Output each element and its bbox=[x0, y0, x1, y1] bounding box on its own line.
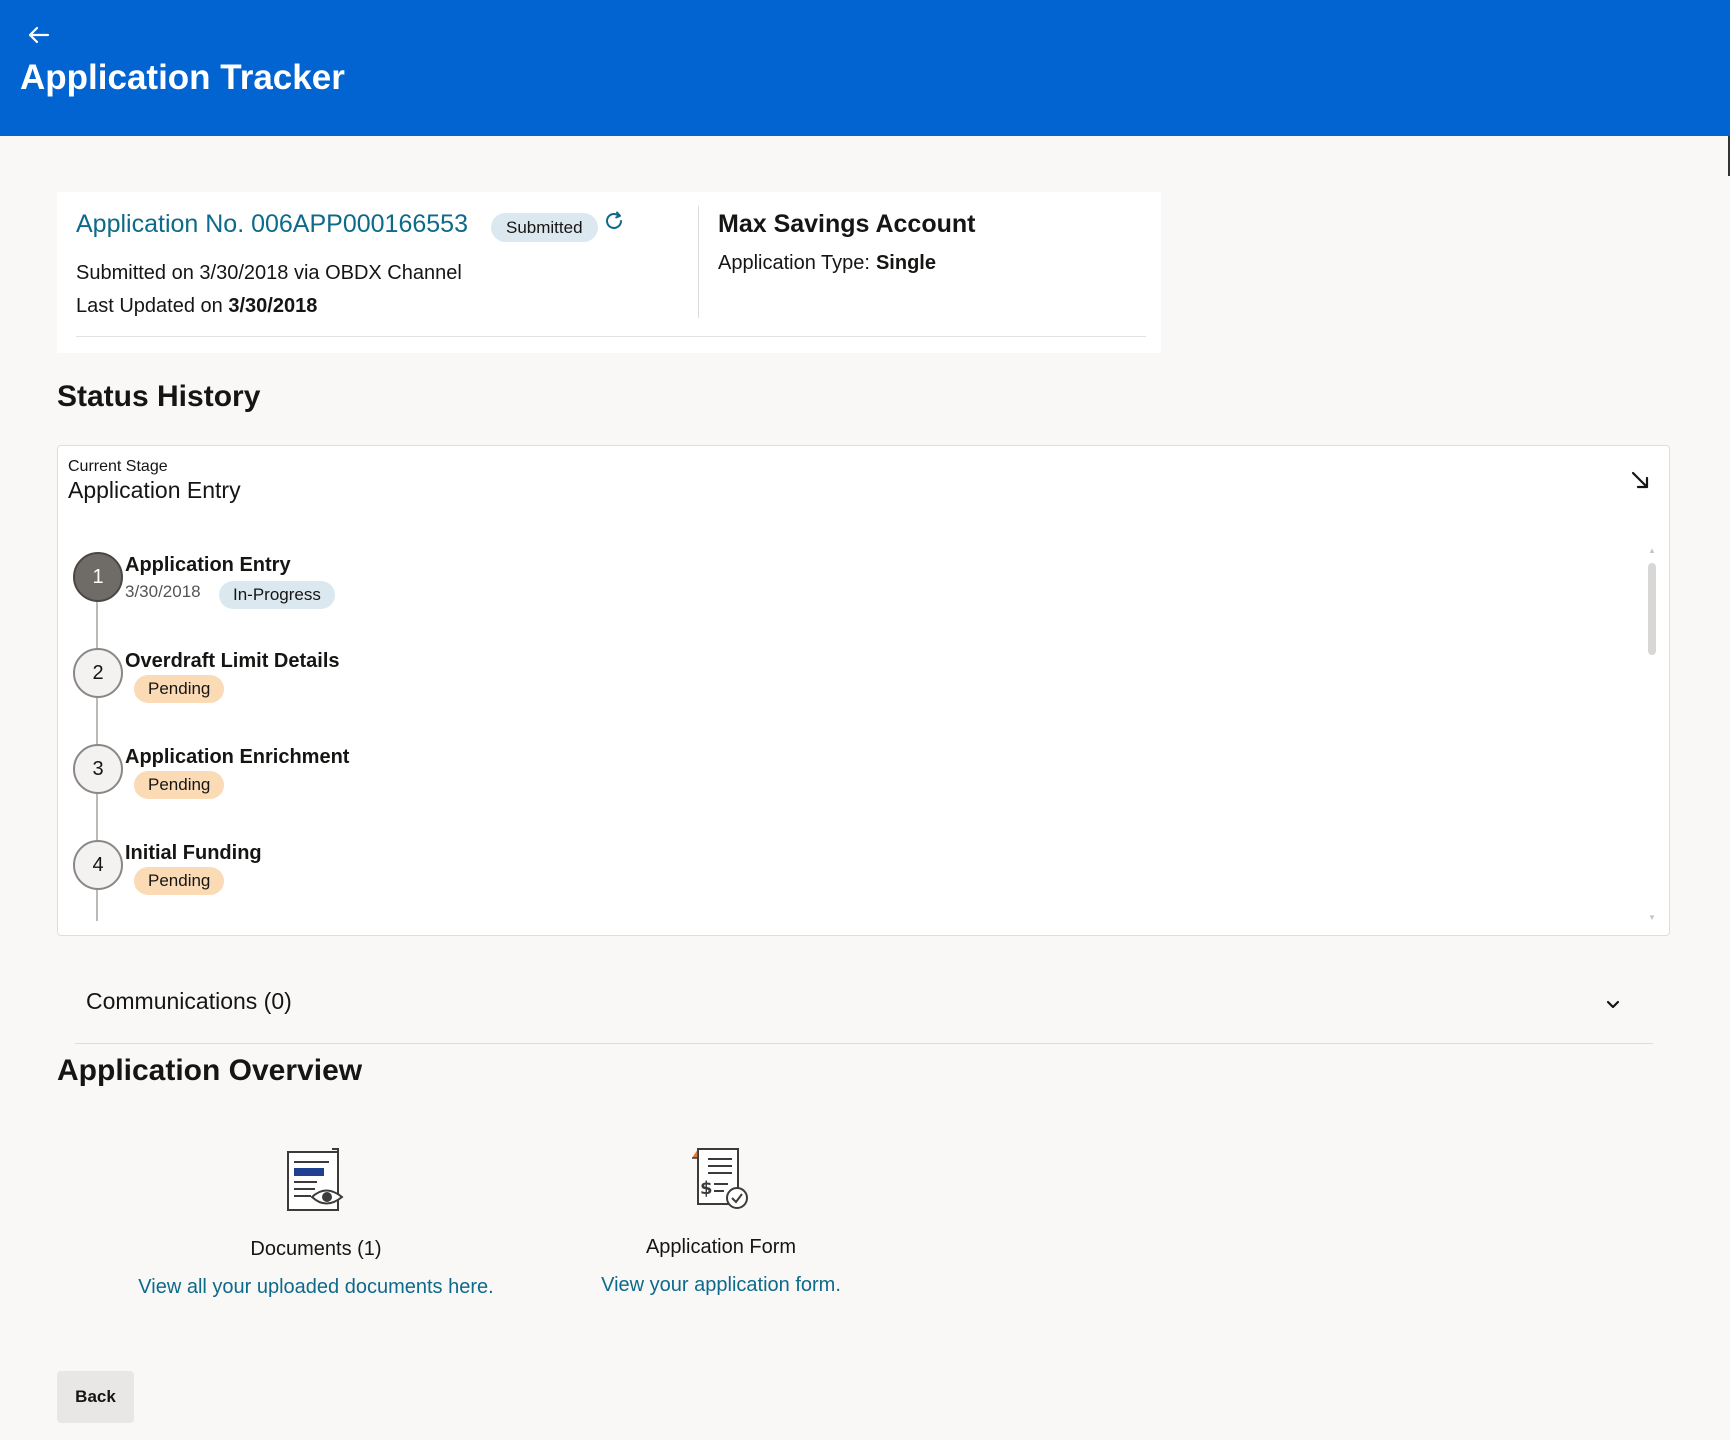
step-title: Application Entry bbox=[125, 554, 291, 576]
back-button[interactable]: Back bbox=[57, 1371, 134, 1423]
last-updated-date: 3/30/2018 bbox=[228, 295, 318, 317]
step-title: Overdraft Limit Details bbox=[125, 650, 340, 672]
step-title: Initial Funding bbox=[125, 842, 262, 864]
step-date: 3/30/2018 bbox=[125, 582, 201, 601]
step-status-badge: Pending bbox=[134, 771, 225, 799]
scroll-down-icon[interactable]: ▼ bbox=[1648, 913, 1656, 922]
page-title: Application Tracker bbox=[20, 58, 345, 97]
communications-accordion[interactable]: Communications (0) bbox=[75, 966, 1653, 1044]
product-name: Max Savings Account bbox=[718, 210, 976, 238]
divider bbox=[698, 206, 699, 318]
timeline-step: 3 Application Enrichment Pending bbox=[73, 744, 773, 834]
step-number: 3 bbox=[73, 744, 123, 794]
application-type-label: Application Type: bbox=[718, 252, 870, 274]
view-documents-link[interactable]: View all your uploaded documents here. bbox=[106, 1276, 526, 1299]
step-number: 1 bbox=[73, 552, 123, 602]
application-form-tile: $ Application Form View your application… bbox=[511, 1146, 931, 1306]
status-badge: Submitted bbox=[491, 213, 598, 242]
application-overview-title: Application Overview bbox=[57, 1054, 363, 1087]
svg-text:$: $ bbox=[700, 1178, 713, 1199]
chevron-down-icon[interactable] bbox=[1603, 994, 1623, 1014]
page-header: Application Tracker bbox=[0, 0, 1730, 136]
current-stage-value: Application Entry bbox=[68, 477, 241, 503]
step-status-badge: Pending bbox=[134, 867, 225, 895]
collapse-arrow-icon[interactable] bbox=[1628, 468, 1654, 494]
refresh-icon[interactable] bbox=[602, 209, 628, 235]
step-status-badge: Pending bbox=[134, 675, 225, 703]
documents-tile: Documents (1) View all your uploaded doc… bbox=[106, 1148, 526, 1308]
scrollbar-thumb[interactable] bbox=[1648, 563, 1656, 655]
submitted-on-text: Submitted on 3/30/2018 via OBDX Channel bbox=[76, 262, 462, 284]
timeline-step: 4 Initial Funding Pending bbox=[73, 840, 773, 930]
view-application-form-link[interactable]: View your application form. bbox=[511, 1274, 931, 1297]
application-summary-card: Application No. 006APP000166553 Submitte… bbox=[57, 192, 1161, 353]
status-history-title: Status History bbox=[57, 380, 261, 413]
application-form-label: Application Form bbox=[645, 1236, 797, 1258]
application-type: Application Type: Single bbox=[718, 252, 936, 275]
last-updated-label: Last Updated on bbox=[76, 295, 229, 317]
document-view-icon bbox=[285, 1148, 347, 1216]
application-form-icon: $ bbox=[690, 1146, 752, 1214]
step-status-badge: In-Progress bbox=[219, 581, 335, 609]
documents-label: Documents (1) bbox=[250, 1238, 382, 1260]
step-number: 4 bbox=[73, 840, 123, 890]
timeline-step: 2 Overdraft Limit Details Pending bbox=[73, 648, 773, 738]
application-type-value: Single bbox=[875, 252, 936, 274]
step-title: Application Enrichment bbox=[125, 746, 350, 768]
application-number: Application No. 006APP000166553 bbox=[76, 210, 468, 238]
status-history-panel: Current Stage Application Entry 1 Applic… bbox=[57, 445, 1670, 936]
timeline-step: 1 Application Entry 3/30/2018 In-Progres… bbox=[73, 552, 773, 642]
arrow-left-icon[interactable] bbox=[26, 22, 54, 50]
scroll-up-icon[interactable]: ▲ bbox=[1648, 546, 1656, 555]
current-stage-label: Current Stage bbox=[68, 458, 168, 475]
step-number: 2 bbox=[73, 648, 123, 698]
communications-label: Communications (0) bbox=[86, 988, 292, 1014]
last-updated-text: Last Updated on 3/30/2018 bbox=[76, 295, 317, 318]
divider bbox=[76, 336, 1146, 337]
